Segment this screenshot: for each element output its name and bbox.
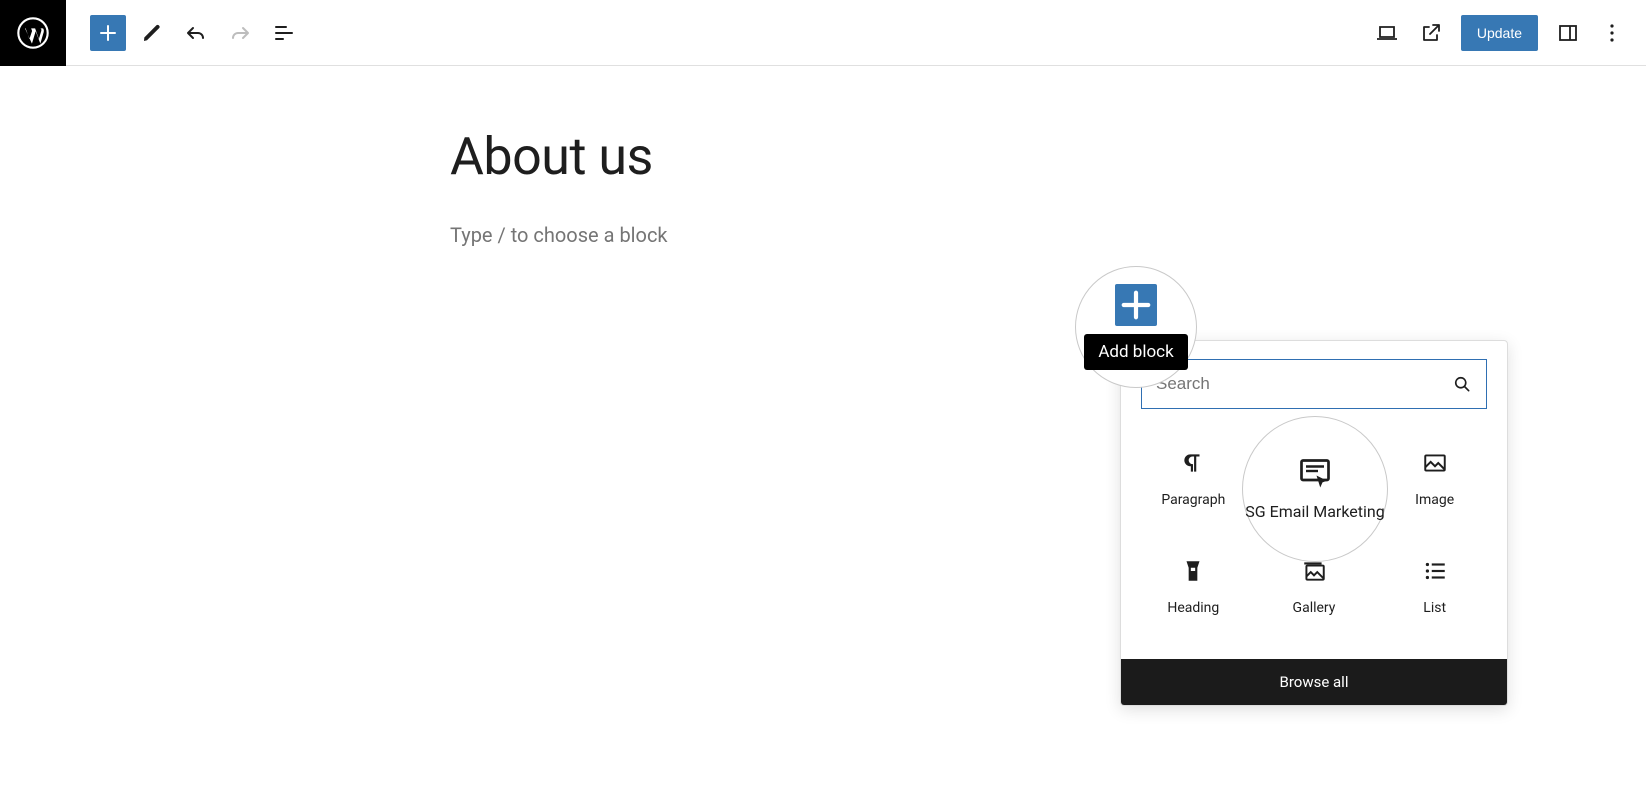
- block-item-heading[interactable]: Heading: [1133, 537, 1254, 637]
- document-overview-button[interactable]: [266, 15, 302, 51]
- heading-icon: [1180, 558, 1206, 588]
- block-placeholder[interactable]: Type / to choose a block: [450, 223, 1110, 247]
- page-title[interactable]: About us: [450, 126, 1110, 187]
- options-button[interactable]: [1594, 15, 1630, 51]
- external-link-icon: [1419, 21, 1443, 45]
- pencil-icon: [140, 21, 164, 45]
- plus-icon: [1115, 284, 1157, 326]
- laptop-icon: [1375, 21, 1399, 45]
- toolbar-left: [0, 0, 302, 66]
- add-block-callout: Add block: [1075, 266, 1197, 388]
- inserter-search-box[interactable]: [1141, 359, 1487, 409]
- inserter-search-input[interactable]: [1156, 374, 1452, 394]
- gallery-icon: [1301, 558, 1327, 588]
- settings-sidebar-button[interactable]: [1550, 15, 1586, 51]
- view-page-button[interactable]: [1413, 15, 1449, 51]
- sidebar-icon: [1556, 21, 1580, 45]
- block-item-list[interactable]: List: [1374, 537, 1495, 637]
- block-item-label: Heading: [1167, 600, 1219, 616]
- block-item-label: Gallery: [1293, 600, 1336, 616]
- edit-tool-button[interactable]: [134, 15, 170, 51]
- paragraph-icon: [1180, 450, 1206, 480]
- kebab-icon: [1600, 21, 1624, 45]
- form-cursor-icon: [1297, 456, 1333, 492]
- sg-email-marketing-label: SG Email Marketing: [1245, 502, 1384, 522]
- add-block-button[interactable]: [1115, 284, 1157, 326]
- list-icon: [1422, 558, 1448, 588]
- toolbar-right: Update: [1365, 15, 1646, 51]
- outline-icon: [272, 21, 296, 45]
- wordpress-icon: [17, 17, 49, 49]
- undo-icon: [184, 21, 208, 45]
- image-icon: [1422, 450, 1448, 480]
- wordpress-logo[interactable]: [0, 0, 66, 66]
- editor-toolbar: Update: [0, 0, 1646, 66]
- redo-button[interactable]: [222, 15, 258, 51]
- block-inserter-button[interactable]: [90, 15, 126, 51]
- redo-icon: [228, 21, 252, 45]
- editor-canvas: About us Type / to choose a block: [430, 126, 1130, 247]
- block-item-paragraph[interactable]: Paragraph: [1133, 429, 1254, 529]
- block-item-label: Image: [1415, 492, 1454, 508]
- block-item-label: List: [1423, 600, 1446, 616]
- plus-icon: [96, 21, 120, 45]
- add-block-tooltip: Add block: [1084, 334, 1187, 370]
- update-button[interactable]: Update: [1461, 15, 1538, 51]
- block-item-image[interactable]: Image: [1374, 429, 1495, 529]
- sg-email-marketing-callout: SG Email Marketing: [1242, 416, 1388, 562]
- search-icon: [1452, 374, 1472, 394]
- undo-button[interactable]: [178, 15, 214, 51]
- block-item-label: Paragraph: [1161, 492, 1225, 508]
- preview-desktop-button[interactable]: [1369, 15, 1405, 51]
- browse-all-button[interactable]: Browse all: [1121, 659, 1507, 705]
